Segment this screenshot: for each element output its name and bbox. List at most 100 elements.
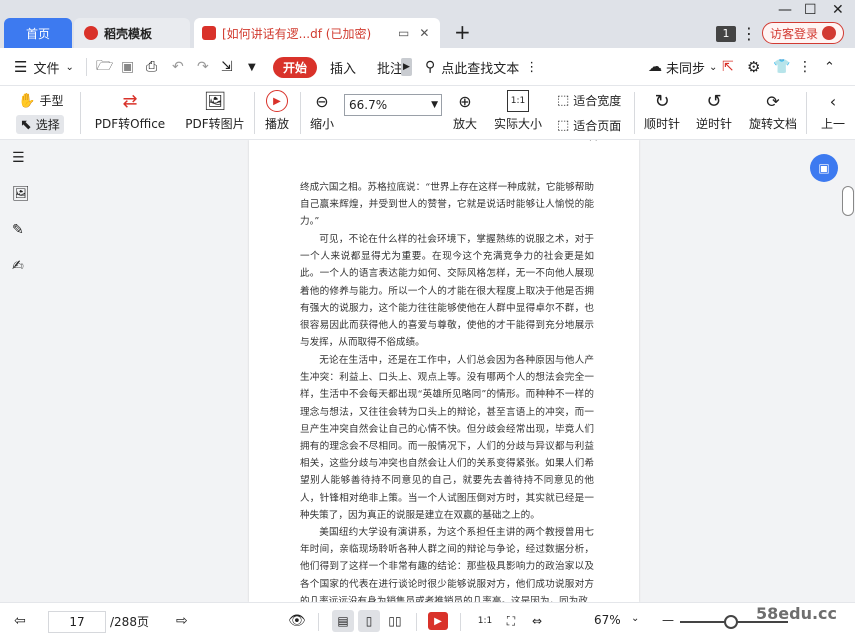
pdf-page[interactable]: · · 终成六国之相。苏格拉底说：“世界上存在这样一种成就，它能够帮助自己赢来辉… (249, 140, 639, 602)
next-page-icon[interactable]: ⇨ (176, 613, 188, 629)
rotate-clockwise-button[interactable]: ↻ 顺时针 (643, 90, 681, 132)
eye-protection-icon[interactable]: 👁 (288, 613, 306, 629)
divider (300, 92, 301, 134)
tab-docer[interactable]: 稻壳模板 (74, 18, 190, 48)
rotate-counterclockwise-button[interactable]: ↺ 逆时针 (695, 90, 733, 132)
sync-label: 未同步 (666, 61, 706, 77)
fit-width-status-button[interactable]: ⇔ (526, 610, 548, 632)
fit-width-label: 适合宽度 (573, 94, 622, 108)
more-icon: ⋮ (525, 59, 539, 75)
share-icon[interactable]: ⇱ (722, 48, 734, 86)
fit-page-icon: ⬚ (557, 118, 570, 133)
play-button[interactable]: ▶ 播放 (262, 90, 292, 132)
divider (254, 92, 255, 134)
thumbnail-icon[interactable]: 🖼 (12, 186, 32, 206)
zoom-in-icon: ⊕ (458, 91, 472, 111)
divider (460, 613, 461, 631)
select-tool-button[interactable]: ⬉ 选择 (16, 115, 64, 134)
play-label: 播放 (264, 117, 289, 131)
tab-start[interactable]: 开始 (273, 48, 318, 86)
chevron-down-icon[interactable]: ⌄ (631, 613, 639, 624)
undo-icon[interactable]: ↶ (172, 48, 184, 86)
zoom-select[interactable]: 66.7% ▼ (344, 94, 442, 116)
quick-access-dropdown-icon[interactable]: ▼ (248, 48, 256, 86)
export-icon[interactable]: ⇲ (221, 48, 233, 86)
signature-icon[interactable]: ✍ (12, 258, 32, 278)
hand-label: 手型 (39, 94, 64, 108)
skin-icon[interactable]: 👕 (773, 48, 790, 86)
pdf-to-office-button[interactable]: ⇄ PDF转Office (90, 90, 170, 132)
play-slideshow-button[interactable]: ▶ (428, 612, 448, 630)
tabs-scroll-right-icon[interactable]: ▶ (401, 58, 412, 76)
rotate-doc-icon: ⟳ (766, 91, 780, 111)
zoom-out-icon[interactable]: — (662, 613, 674, 627)
open-icon[interactable]: 🗁 (96, 48, 113, 86)
hand-tool-button[interactable]: ✋ 手型 (18, 92, 63, 109)
fit-page-icon: ⛶ (506, 613, 516, 628)
file-menu[interactable]: ☰ 文件 ⌄ (14, 48, 74, 86)
outline-icon[interactable]: ☰ (12, 150, 32, 170)
single-page-view-button[interactable]: ▤ (332, 610, 354, 632)
tab-float-icon[interactable]: ▭ (398, 26, 409, 40)
settings-icon[interactable]: ⚙ (747, 48, 760, 86)
annotation-icon[interactable]: ✎ (12, 222, 32, 242)
fit-page-button[interactable]: ⬚ 适合页面 (557, 117, 621, 134)
select-label: 选择 (35, 118, 60, 132)
page-number-input[interactable]: 17 (48, 611, 106, 633)
new-tab-button[interactable]: + (454, 20, 471, 44)
version-badge[interactable]: 1 (716, 26, 736, 42)
page-header-mark: · · (589, 140, 598, 146)
float-tool-button[interactable]: ▣ (810, 154, 838, 182)
fit-page-label: 适合页面 (573, 119, 622, 133)
collapse-ribbon-icon[interactable]: ⌃ (824, 48, 835, 86)
redo-icon[interactable]: ↷ (197, 48, 209, 86)
previous-page-button[interactable]: ‹ 上一 (816, 90, 850, 132)
more-menu-icon[interactable]: ⋮ (798, 48, 812, 86)
chevron-left-icon: ‹ (829, 91, 837, 111)
rotate-cw-label: 顺时针 (643, 117, 680, 131)
zoom-slider-knob[interactable] (724, 615, 738, 629)
close-window-icon[interactable]: ✕ (832, 2, 844, 18)
print-icon[interactable]: ⎙ (146, 48, 157, 86)
rotate-document-button[interactable]: ⟳ 旋转文档 (747, 90, 799, 132)
prev-page-icon[interactable]: ⇦ (14, 613, 26, 629)
file-menu-label: 文件 (33, 61, 60, 77)
actual-size-status-button[interactable]: 1:1 (474, 610, 496, 632)
rotate-cw-icon: ↻ (654, 90, 670, 112)
fit-width-icon: ⬚ (557, 93, 570, 108)
tab-annotate-label: 批注 (377, 61, 404, 77)
zoom-in-button[interactable]: ⊕ 放大 (451, 90, 479, 132)
actual-size-button[interactable]: 1:1 实际大小 (491, 90, 545, 132)
save-icon[interactable]: ▣ (121, 48, 134, 86)
document-canvas[interactable]: · · 终成六国之相。苏格拉底说：“世界上存在这样一种成就，它能够帮助自己赢来辉… (44, 140, 855, 602)
tab-close-icon[interactable]: ✕ (419, 26, 429, 40)
search-box[interactable]: ⚲ 点此查找文本 ⋮ (425, 48, 538, 86)
minimize-icon[interactable]: — (778, 2, 792, 18)
maximize-icon[interactable]: ☐ (804, 2, 817, 18)
scrollbar-thumb[interactable] (842, 186, 854, 216)
login-button[interactable]: 访客登录 (762, 22, 844, 44)
double-page-view-button[interactable]: ▯▯ (384, 610, 406, 632)
actual-size-icon: 1:1 (477, 616, 493, 626)
zoom-level: 67% (594, 613, 621, 627)
divider (806, 92, 807, 134)
divider (80, 92, 81, 134)
fit-page-status-button[interactable]: ⛶ (500, 610, 522, 632)
tab-document[interactable]: [如何讲话有逻...df (已加密) ▭ ✕ (194, 18, 440, 48)
zoom-out-button[interactable]: ⊖ 缩小 (308, 90, 336, 132)
status-bar: ⇦ 17 /288页 ⇨ 👁 ▤ ▯ ▯▯ ▶ 1:1 ⛶ ⇔ 67% ⌄ — (0, 602, 855, 639)
vertical-scrollbar[interactable] (841, 140, 855, 602)
tab-insert[interactable]: 插入 (330, 48, 356, 86)
pdf-to-image-label: PDF转图片 (185, 117, 245, 131)
hand-icon: ✋ (18, 92, 36, 109)
continuous-view-button[interactable]: ▯ (358, 610, 380, 632)
tab-home[interactable]: 首页 (4, 18, 72, 48)
sync-status[interactable]: ☁ 未同步 ⌄ (648, 48, 717, 86)
zoom-value: 66.7% (349, 98, 388, 112)
pdf-file-icon (202, 26, 216, 40)
pdf-to-image-button[interactable]: 🖼 PDF转图片 (182, 90, 248, 132)
more-menu-icon[interactable]: ⋮ (741, 24, 757, 43)
tab-annotate[interactable]: 批注 (377, 48, 403, 86)
search-icon: ⚲ (425, 59, 436, 75)
fit-width-button[interactable]: ⬚ 适合宽度 (557, 92, 621, 109)
